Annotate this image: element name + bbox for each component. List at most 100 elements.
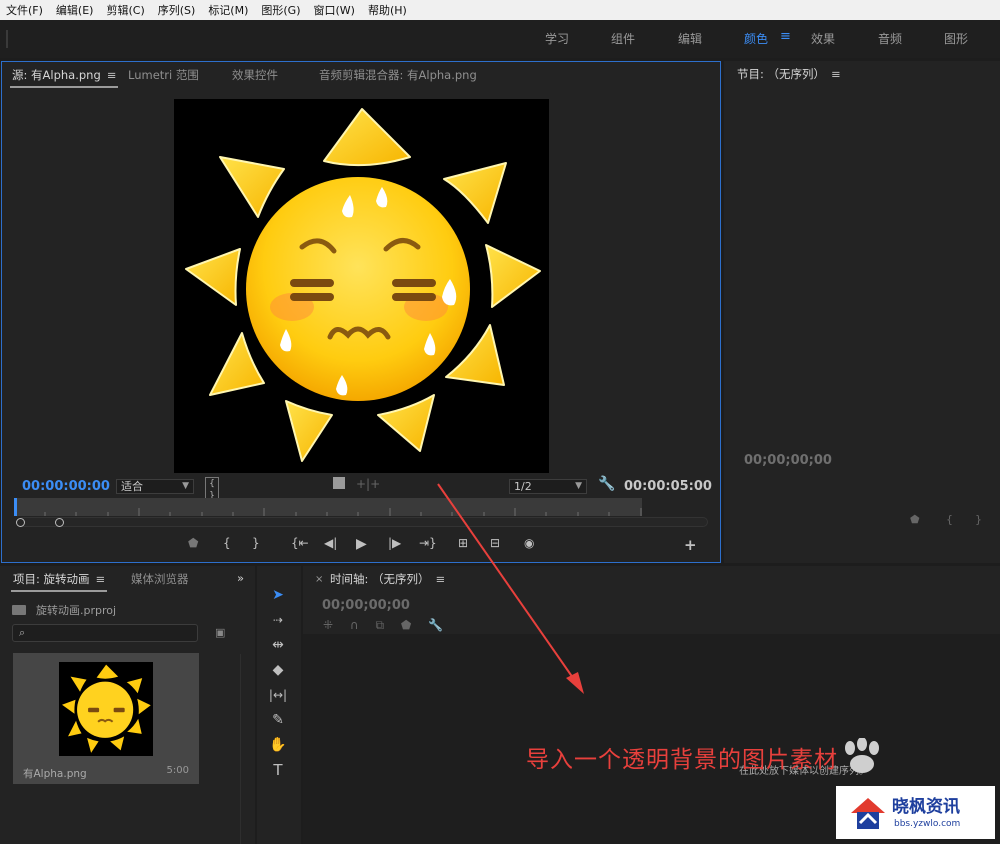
menu-markers[interactable]: 标记(M) <box>208 2 248 18</box>
timeline-panel-menu-icon[interactable]: ≡ <box>436 572 446 586</box>
linked-selection-icon[interactable]: ⧉ <box>376 618 385 632</box>
workspace-grip[interactable] <box>6 30 8 48</box>
source-resolution-dropdown[interactable]: 1/2 ▼ <box>509 479 587 494</box>
source-monitor-panel: 源: 有Alpha.png ≡ Lumetri 范围 效果控件 音频剪辑混合器: … <box>1 61 721 563</box>
track-select-tool-icon[interactable]: ⇢ <box>267 610 289 630</box>
insert-icon[interactable]: ⊞ <box>458 536 468 550</box>
site-watermark: 晓枫资讯 bbs.yzwlo.com <box>836 786 995 839</box>
new-search-bin-icon[interactable]: ▣ <box>215 626 225 639</box>
menu-edit[interactable]: 编辑(E) <box>56 2 94 18</box>
program-panel-tabs: 节目: （无序列） ≡ <box>724 61 1000 85</box>
workspace-tab-learn[interactable]: 学习 <box>545 30 569 47</box>
project-clip-item[interactable]: 有Alpha.png 5:00 <box>13 653 199 784</box>
menu-window[interactable]: 窗口(W) <box>314 2 355 18</box>
sun-emoji-image <box>185 108 541 462</box>
chevron-down-icon: ▼ <box>575 481 582 491</box>
source-transport-controls: ⬟ { } {⇤ ◀| ▶ |▶ ⇥} ⊞ ⊟ ◉ + <box>2 536 722 556</box>
program-monitor-panel: 节目: （无序列） ≡ 00;00;00;00 ⬟ { } <box>724 61 1000 563</box>
program-panel-menu-icon[interactable]: ≡ <box>831 67 841 81</box>
mark-out-icon[interactable]: } <box>252 536 260 550</box>
folder-icon <box>12 605 26 615</box>
source-panel-tabs: 源: 有Alpha.png ≡ Lumetri 范围 效果控件 音频剪辑混合器: … <box>2 62 720 88</box>
selection-tool-icon[interactable]: ➤ <box>267 585 289 605</box>
button-editor-plus-icon[interactable]: + <box>684 536 697 554</box>
export-frame-icon[interactable]: ◉ <box>524 536 534 550</box>
source-video-frame <box>174 99 549 473</box>
wrench-icon[interactable]: 🔧 <box>428 618 443 632</box>
workspace-tab-effects[interactable]: 效果 <box>811 30 835 47</box>
pen-tool-icon[interactable]: ✎ <box>267 710 289 730</box>
ripple-edit-tool-icon[interactable]: ⇹ <box>267 635 289 655</box>
type-tool-icon[interactable]: T <box>267 760 289 780</box>
workspace-bar: 学习 组件 编辑 颜色 ≡ 效果 音频 图形 <box>0 20 1000 58</box>
mark-in-icon[interactable]: { <box>946 513 953 526</box>
add-marker-icon[interactable]: ⬟ <box>401 618 411 632</box>
source-zoom-scrollbar[interactable] <box>18 517 708 527</box>
tab-timeline[interactable]: 时间轴: （无序列） ≡ <box>330 571 445 587</box>
nest-icon[interactable]: ⁜ <box>323 618 333 632</box>
project-panel-menu-icon[interactable]: ≡ <box>96 572 106 586</box>
project-search-input[interactable]: ⌕ <box>12 624 198 642</box>
step-back-icon[interactable]: ◀| <box>324 536 337 550</box>
timeline-timecode[interactable]: 00;00;00;00 <box>322 598 410 613</box>
paw-logo-icon <box>845 738 879 773</box>
go-to-in-icon[interactable]: {⇤ <box>291 536 309 550</box>
panel-overflow-icon[interactable]: » <box>237 571 244 585</box>
snap-icon[interactable]: ∩ <box>350 618 359 632</box>
source-resolution-value: 1/2 <box>514 480 532 493</box>
tab-program[interactable]: 节目: （无序列） ≡ <box>737 66 841 82</box>
workspace-tab-graphics[interactable]: 图形 <box>944 30 968 47</box>
search-icon: ⌕ <box>19 626 26 639</box>
step-forward-icon[interactable]: |▶ <box>388 536 401 550</box>
source-time-ruler <box>14 508 642 516</box>
drag-audio-icon[interactable]: +|+ <box>356 477 380 491</box>
source-timecode-duration: 00:00:05:00 <box>624 479 712 494</box>
source-timecode-current[interactable]: 00:00:00:00 <box>22 479 110 494</box>
tab-lumetri-scopes[interactable]: Lumetri 范围 <box>128 67 199 83</box>
source-zoom-dropdown[interactable]: 适合 ▼ <box>116 479 194 494</box>
tab-project-label: 项目: 旋转动画 <box>13 572 90 586</box>
tools-panel: ➤ ⇢ ⇹ ◆ |↔| ✎ ✋ T <box>257 566 301 844</box>
menu-sequence[interactable]: 序列(S) <box>158 2 196 18</box>
workspace-tab-audio[interactable]: 音频 <box>878 30 902 47</box>
workspace-tab-color[interactable]: 颜色 <box>744 30 768 47</box>
tab-media-browser[interactable]: 媒体浏览器 <box>131 571 189 587</box>
source-zoom-value: 适合 <box>121 480 143 493</box>
zoom-handle-right[interactable] <box>55 518 64 527</box>
add-marker-icon[interactable]: ⬟ <box>188 536 198 550</box>
zoom-handle-left[interactable] <box>16 518 25 527</box>
wrench-icon[interactable]: 🔧 <box>598 476 615 492</box>
razor-tool-icon[interactable]: ◆ <box>267 660 289 680</box>
workspace-menu-icon[interactable]: ≡ <box>780 29 791 44</box>
menu-graphics[interactable]: 图形(G) <box>261 2 300 18</box>
tab-effect-controls[interactable]: 效果控件 <box>232 67 278 83</box>
menu-clip[interactable]: 剪辑(C) <box>106 2 144 18</box>
tab-source[interactable]: 源: 有Alpha.png ≡ <box>10 67 119 88</box>
slip-tool-icon[interactable]: |↔| <box>267 685 289 705</box>
clip-duration: 5:00 <box>166 765 189 776</box>
hand-tool-icon[interactable]: ✋ <box>267 735 289 755</box>
drag-video-icon[interactable] <box>333 477 345 489</box>
play-icon[interactable]: ▶ <box>356 536 367 552</box>
project-scrollbar[interactable] <box>240 654 241 844</box>
workspace-tab-editing[interactable]: 编辑 <box>678 30 702 47</box>
tab-project[interactable]: 项目: 旋转动画 ≡ <box>11 571 108 592</box>
tab-audio-clip-mixer[interactable]: 音频剪辑混合器: 有Alpha.png <box>319 67 477 83</box>
mark-out-icon[interactable]: } <box>975 513 982 526</box>
chevron-down-icon: ▼ <box>182 481 189 491</box>
program-timecode[interactable]: 00;00;00;00 <box>744 453 832 468</box>
workspace-tab-assembly[interactable]: 组件 <box>611 30 635 47</box>
menu-file[interactable]: 文件(F) <box>6 2 43 18</box>
overwrite-icon[interactable]: ⊟ <box>490 536 500 550</box>
menu-help[interactable]: 帮助(H) <box>368 2 407 18</box>
source-panel-menu-icon[interactable]: ≡ <box>107 68 117 82</box>
source-playhead[interactable] <box>14 498 17 516</box>
mark-in-icon[interactable]: { <box>223 536 231 550</box>
go-to-out-icon[interactable]: ⇥} <box>419 536 437 550</box>
tab-program-label: 节目: （无序列） <box>737 67 826 81</box>
clip-thumbnail <box>59 662 153 756</box>
house-logo-icon <box>851 798 885 829</box>
menu-bar: 文件(F) 编辑(E) 剪辑(C) 序列(S) 标记(M) 图形(G) 窗口(W… <box>0 0 1000 20</box>
timeline-toolbar: ⁜ ∩ ⧉ ⬟ 🔧 <box>323 618 456 633</box>
add-marker-icon[interactable]: ⬟ <box>910 513 920 526</box>
